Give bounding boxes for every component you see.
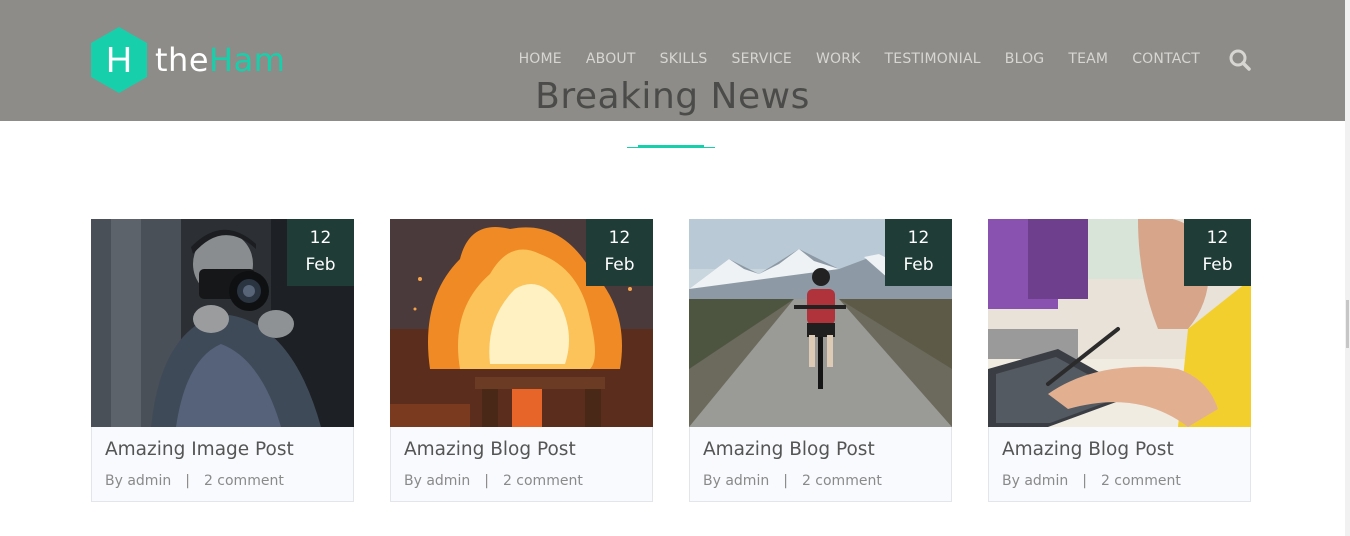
nav-work[interactable]: WORK: [816, 50, 861, 68]
post-card-body: Amazing Blog Post By admin | 2 comment: [988, 427, 1251, 502]
date-day: 12: [309, 228, 332, 248]
nav-testimonial[interactable]: TESTIMONIAL: [885, 50, 981, 68]
date-badge: 12 Feb: [1184, 219, 1251, 286]
nav-skills[interactable]: SKILLS: [660, 50, 708, 68]
post-author[interactable]: By admin: [1002, 473, 1068, 489]
post-title[interactable]: Amazing Blog Post: [1002, 439, 1174, 460]
post-title[interactable]: Amazing Blog Post: [703, 439, 875, 460]
nav-about[interactable]: ABOUT: [586, 50, 636, 68]
post-card[interactable]: 12 Feb Amazing Blog Post By admin | 2 co…: [988, 219, 1251, 502]
logo-the: the: [155, 41, 210, 79]
scrollbar-thumb[interactable]: [1346, 300, 1349, 348]
post-author[interactable]: By admin: [404, 473, 470, 489]
logo-text: theHam: [155, 41, 285, 79]
date-month: Feb: [903, 255, 934, 275]
post-comments[interactable]: 2 comment: [1101, 473, 1181, 489]
post-card[interactable]: 12 Feb Amazing Blog Post By admin | 2 co…: [390, 219, 653, 502]
post-image-cyclist[interactable]: 12 Feb: [689, 219, 952, 427]
post-card-body: Amazing Blog Post By admin | 2 comment: [390, 427, 653, 502]
nav-team[interactable]: TEAM: [1068, 50, 1108, 68]
post-image-drawing-tablet[interactable]: 12 Feb: [988, 219, 1251, 427]
date-day: 12: [1206, 228, 1229, 248]
post-comments[interactable]: 2 comment: [503, 473, 583, 489]
post-card[interactable]: 12 Feb Amazing Image Post By admin | 2 c…: [91, 219, 354, 502]
post-meta: By admin | 2 comment: [703, 473, 882, 489]
post-title[interactable]: Amazing Image Post: [105, 439, 294, 460]
logo-ham: Ham: [209, 41, 286, 79]
nav-blog[interactable]: BLOG: [1005, 50, 1045, 68]
nav-contact[interactable]: CONTACT: [1132, 50, 1200, 68]
meta-separator: |: [1082, 473, 1087, 489]
post-meta: By admin | 2 comment: [105, 473, 284, 489]
meta-separator: |: [185, 473, 190, 489]
date-month: Feb: [1202, 255, 1233, 275]
nav-home[interactable]: HOME: [519, 50, 562, 68]
date-day: 12: [907, 228, 930, 248]
page-scrollbar[interactable]: [1345, 0, 1350, 536]
section-title: Breaking News: [535, 76, 810, 117]
post-image-photographer[interactable]: 12 Feb: [91, 219, 354, 427]
main-nav: HOME ABOUT SKILLS SERVICE WORK TESTIMONI…: [495, 50, 1200, 68]
date-badge: 12 Feb: [586, 219, 653, 286]
post-card-body: Amazing Image Post By admin | 2 comment: [91, 427, 354, 502]
date-month: Feb: [604, 255, 635, 275]
post-image-fire[interactable]: 12 Feb: [390, 219, 653, 427]
post-author[interactable]: By admin: [105, 473, 171, 489]
post-meta: By admin | 2 comment: [1002, 473, 1181, 489]
date-badge: 12 Feb: [885, 219, 952, 286]
post-card-body: Amazing Blog Post By admin | 2 comment: [689, 427, 952, 502]
nav-service[interactable]: SERVICE: [732, 50, 792, 68]
meta-separator: |: [484, 473, 489, 489]
date-day: 12: [608, 228, 631, 248]
date-badge: 12 Feb: [287, 219, 354, 286]
post-card[interactable]: 12 Feb Amazing Blog Post By admin | 2 co…: [689, 219, 952, 502]
post-title[interactable]: Amazing Blog Post: [404, 439, 576, 460]
title-divider-accent: [638, 145, 704, 148]
post-author[interactable]: By admin: [703, 473, 769, 489]
date-month: Feb: [305, 255, 336, 275]
search-icon[interactable]: [1228, 48, 1252, 72]
post-meta: By admin | 2 comment: [404, 473, 583, 489]
meta-separator: |: [783, 473, 788, 489]
post-comments[interactable]: 2 comment: [802, 473, 882, 489]
post-comments[interactable]: 2 comment: [204, 473, 284, 489]
